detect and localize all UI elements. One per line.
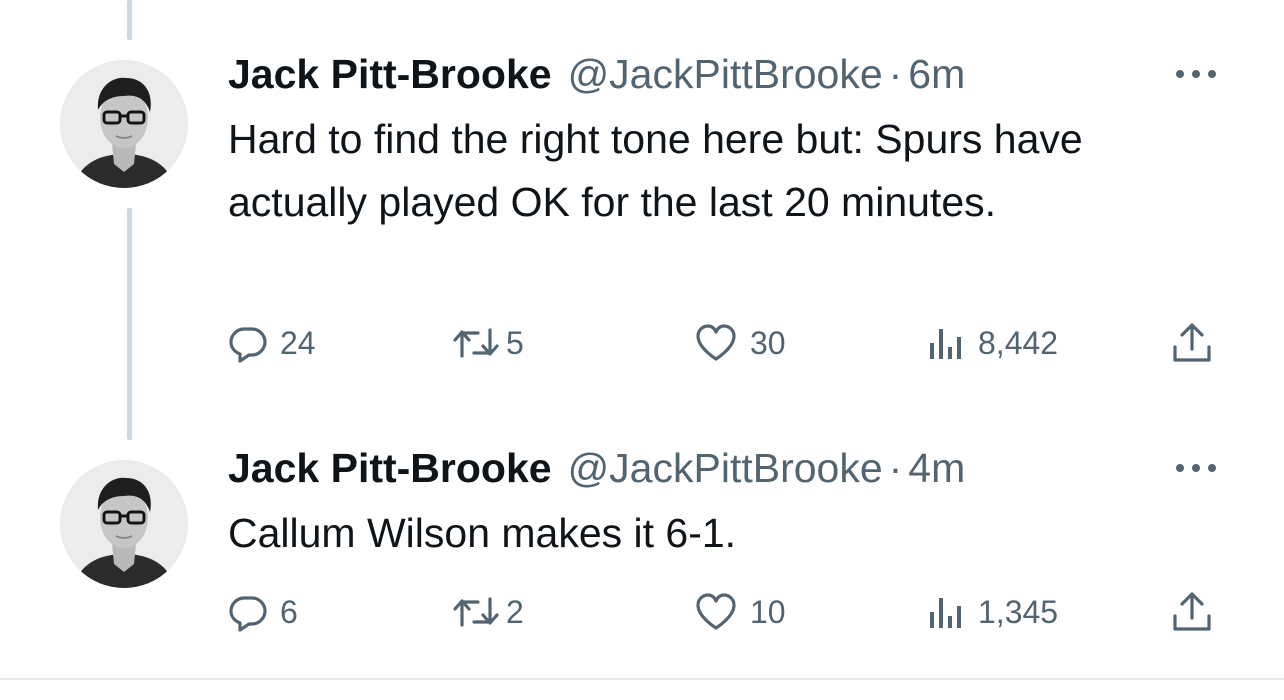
author-name[interactable]: Jack Pitt-Brooke xyxy=(228,444,552,492)
share-icon xyxy=(1173,592,1211,631)
views-button[interactable]: 1,345 xyxy=(926,588,1058,636)
author-handle[interactable]: @JackPittBrooke xyxy=(568,50,883,98)
like-count: 30 xyxy=(750,324,786,361)
tweet[interactable]: Jack Pitt-Brooke @JackPittBrooke · 4m Ca… xyxy=(0,420,1284,678)
like-button[interactable]: 30 xyxy=(694,319,786,367)
reply-icon xyxy=(229,327,267,363)
avatar[interactable] xyxy=(60,460,188,588)
views-count: 1,345 xyxy=(978,593,1059,630)
tweet-text: Hard to find the right tone here but: Sp… xyxy=(228,116,1083,225)
tweet-header: Jack Pitt-Brooke @JackPittBrooke · 4m xyxy=(228,444,965,492)
retweet-button[interactable]: 2 xyxy=(452,588,524,636)
retweet-icon xyxy=(453,328,499,358)
reply-button[interactable]: 24 xyxy=(228,319,316,367)
views-icon xyxy=(930,329,961,359)
divider xyxy=(0,678,1284,680)
avatar[interactable] xyxy=(60,60,188,188)
retweet-icon xyxy=(453,597,499,627)
timestamp[interactable]: 4m xyxy=(908,444,965,492)
tweet[interactable]: Jack Pitt-Brooke @JackPittBrooke · 6m Ha… xyxy=(0,0,1284,420)
retweet-count: 2 xyxy=(506,593,524,630)
heart-icon xyxy=(696,324,736,361)
views-icon xyxy=(930,598,961,628)
tweet-text: Callum Wilson makes it 6-1. xyxy=(228,510,737,556)
timestamp[interactable]: 6m xyxy=(908,50,965,98)
tweet-actions: 24 5 30 8,442 xyxy=(228,319,1228,367)
share-button[interactable] xyxy=(1170,319,1214,367)
separator-dot: · xyxy=(888,51,903,97)
reply-count: 6 xyxy=(280,593,298,630)
reply-icon xyxy=(229,596,267,632)
separator-dot: · xyxy=(888,445,903,491)
more-icon xyxy=(1176,70,1216,78)
author-name[interactable]: Jack Pitt-Brooke xyxy=(228,50,552,98)
retweet-button[interactable]: 5 xyxy=(452,319,524,367)
more-button[interactable] xyxy=(1168,54,1224,94)
like-count: 10 xyxy=(750,593,786,630)
author-handle[interactable]: @JackPittBrooke xyxy=(568,444,883,492)
views-button[interactable]: 8,442 xyxy=(926,319,1058,367)
tweet-header: Jack Pitt-Brooke @JackPittBrooke · 6m xyxy=(228,50,965,98)
more-button[interactable] xyxy=(1168,448,1224,488)
retweet-count: 5 xyxy=(506,324,524,361)
like-button[interactable]: 10 xyxy=(694,588,786,636)
tweet-actions: 6 2 10 1,345 xyxy=(228,588,1228,636)
views-count: 8,442 xyxy=(978,324,1059,361)
reply-count: 24 xyxy=(280,324,316,361)
reply-button[interactable]: 6 xyxy=(228,588,298,636)
more-icon xyxy=(1176,464,1216,472)
share-icon xyxy=(1173,323,1211,362)
heart-icon xyxy=(696,593,736,630)
share-button[interactable] xyxy=(1170,588,1214,636)
